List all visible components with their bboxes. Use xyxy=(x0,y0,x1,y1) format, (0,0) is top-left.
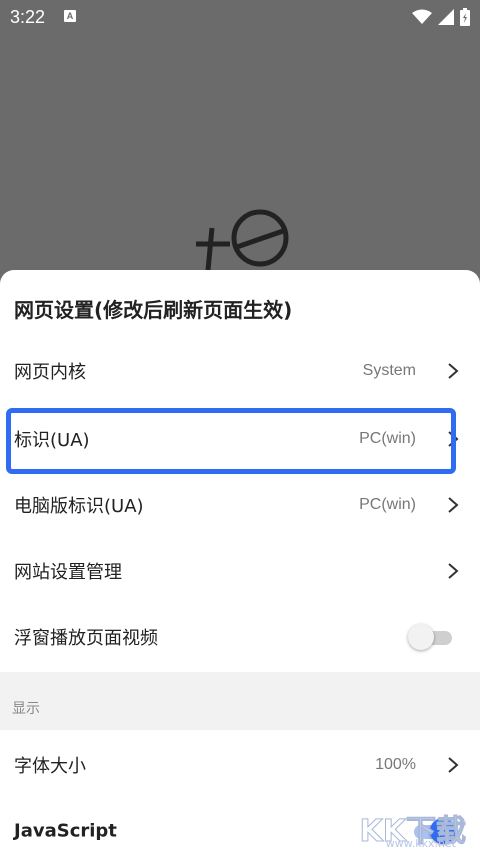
row-label: 浮窗播放页面视频 xyxy=(14,628,158,649)
row-desktop-user-agent[interactable]: 电脑版标识(UA) PC(win) xyxy=(0,472,480,538)
wifi-icon xyxy=(412,9,432,24)
row-value: PC(win) xyxy=(359,496,416,513)
status-icons xyxy=(412,8,470,26)
row-label: 字体大小 xyxy=(14,756,86,777)
sheet-title: 网页设置(修改后刷新页面生效) xyxy=(14,298,293,322)
status-bar: 3:22 A xyxy=(0,0,480,34)
chevron-right-icon xyxy=(448,497,459,513)
row-site-settings[interactable]: 网站设置管理 xyxy=(0,538,480,604)
row-value: PC(win) xyxy=(359,430,416,447)
row-label: JavaScript xyxy=(14,820,117,842)
section-display: 显示 xyxy=(0,672,480,730)
notification-icon: A xyxy=(64,10,76,22)
signal-icon xyxy=(438,9,454,25)
section-label: 显示 xyxy=(12,701,40,717)
floating-video-toggle[interactable] xyxy=(408,624,452,650)
row-web-kernel[interactable]: 网页内核 System xyxy=(0,338,480,404)
status-time: 3:22 xyxy=(10,7,46,27)
javascript-toggle[interactable] xyxy=(408,818,456,844)
row-javascript: JavaScript xyxy=(0,798,480,854)
toggle-knob xyxy=(408,624,434,650)
row-label: 网站设置管理 xyxy=(14,562,122,583)
row-user-agent[interactable]: 标识(UA) PC(win) xyxy=(0,406,480,472)
row-value: 100% xyxy=(375,756,416,773)
web-settings-sheet: 网页设置(修改后刷新页面生效) 网页内核 System 标识(UA) PC(wi… xyxy=(0,270,480,854)
chevron-right-icon xyxy=(448,431,459,447)
toggle-knob xyxy=(430,818,456,844)
battery-icon xyxy=(460,8,470,26)
chevron-right-icon xyxy=(448,563,459,579)
background-logo-icon xyxy=(196,209,289,270)
row-label: 标识(UA) xyxy=(14,430,90,451)
row-font-size[interactable]: 字体大小 100% xyxy=(0,732,480,798)
row-label: 电脑版标识(UA) xyxy=(14,496,144,517)
chevron-right-icon xyxy=(448,757,459,773)
row-floating-video: 浮窗播放页面视频 xyxy=(0,604,480,670)
chevron-right-icon xyxy=(448,363,459,379)
row-value: System xyxy=(362,362,416,379)
row-label: 网页内核 xyxy=(14,362,86,383)
